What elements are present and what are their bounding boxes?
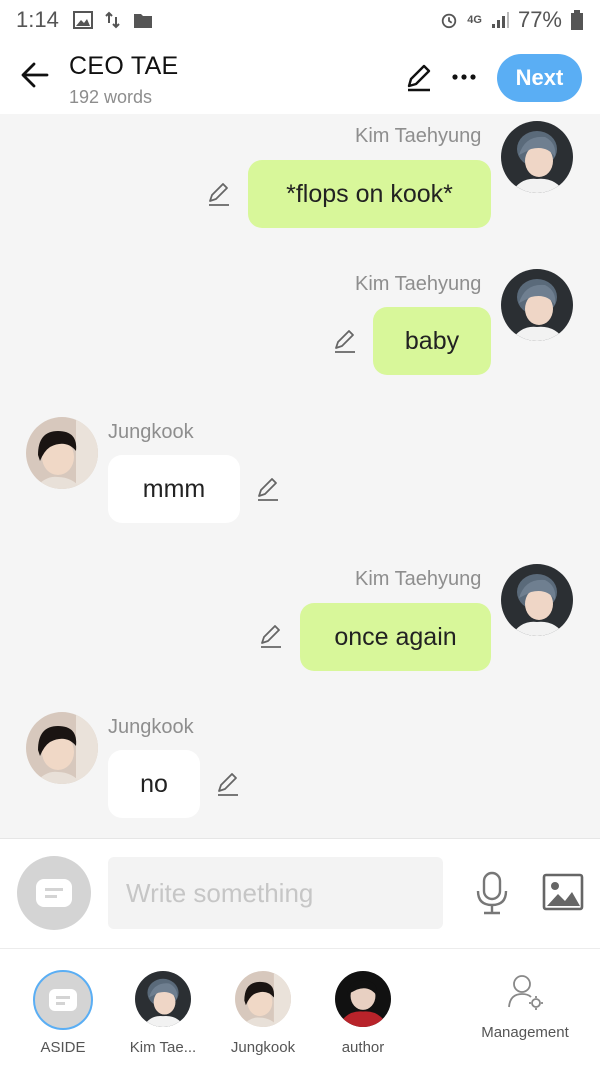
character-bar: ASIDE Kim Tae... Jungkook author Managem… bbox=[0, 948, 600, 1067]
pencil-icon bbox=[261, 625, 281, 648]
message-bubble[interactable]: baby bbox=[373, 307, 491, 375]
battery-icon bbox=[571, 10, 583, 30]
signal-icon bbox=[491, 12, 509, 28]
tab-label: ASIDE bbox=[40, 1039, 86, 1056]
tab-label: Management bbox=[481, 1024, 569, 1041]
avatar[interactable] bbox=[501, 564, 573, 636]
avatar bbox=[135, 971, 191, 1027]
pencil-icon bbox=[258, 478, 278, 501]
insert-image-button[interactable] bbox=[541, 872, 585, 912]
page-title: CEO TAE bbox=[69, 52, 179, 80]
avatar bbox=[335, 971, 391, 1027]
message-bubble[interactable]: once again bbox=[300, 603, 491, 671]
image-icon bbox=[542, 873, 584, 911]
composer-bar bbox=[0, 838, 600, 948]
sender-name: Kim Taehyung bbox=[355, 273, 482, 295]
pencil-icon bbox=[218, 773, 238, 796]
voice-button[interactable] bbox=[474, 871, 510, 915]
edit-message-button[interactable] bbox=[215, 771, 241, 797]
network-type: 4G bbox=[467, 14, 482, 26]
tab-label: author bbox=[341, 1039, 385, 1056]
folder-icon bbox=[133, 14, 152, 28]
avatar[interactable] bbox=[501, 121, 573, 193]
message-bubble[interactable]: *flops on kook* bbox=[248, 160, 491, 228]
alarm-icon bbox=[442, 13, 457, 29]
tab-character-author[interactable]: author bbox=[313, 949, 413, 1067]
pencil-icon bbox=[407, 64, 431, 92]
pencil-icon bbox=[209, 183, 229, 206]
sender-name: Jungkook bbox=[108, 716, 194, 738]
more-options-button[interactable] bbox=[450, 62, 478, 92]
tab-management[interactable]: Management bbox=[470, 949, 580, 1067]
more-icon bbox=[452, 74, 476, 80]
user-settings-icon bbox=[508, 975, 543, 1010]
tab-character-jungkook[interactable]: Jungkook bbox=[213, 949, 313, 1067]
message-bubble[interactable]: mmm bbox=[108, 455, 240, 523]
microphone-icon bbox=[476, 871, 508, 915]
word-count: 192 words bbox=[69, 87, 153, 107]
avatar bbox=[235, 971, 291, 1027]
edit-title-button[interactable] bbox=[404, 62, 434, 92]
sync-icon bbox=[105, 11, 120, 29]
status-bar: 1:14 4G 77% bbox=[0, 0, 600, 40]
arrow-left-icon bbox=[21, 62, 49, 88]
app-header: CEO TAE 192 words Next bbox=[0, 40, 600, 114]
pencil-icon bbox=[335, 330, 355, 353]
tab-label: Kim Tae... bbox=[129, 1039, 197, 1056]
avatar[interactable] bbox=[26, 712, 98, 784]
status-time: 1:14 bbox=[16, 7, 59, 32]
sender-name: Jungkook bbox=[108, 421, 194, 443]
avatar[interactable] bbox=[501, 269, 573, 341]
sender-name: Kim Taehyung bbox=[355, 568, 482, 590]
sender-name: Kim Taehyung bbox=[355, 125, 482, 147]
tab-aside[interactable]: ASIDE bbox=[0, 949, 126, 1067]
edit-message-button[interactable] bbox=[255, 476, 281, 502]
tab-character-kim-taehyung[interactable]: Kim Tae... bbox=[113, 949, 213, 1067]
battery-percent: 77% bbox=[517, 7, 562, 32]
edit-message-button[interactable] bbox=[206, 181, 232, 207]
aside-toggle-button[interactable] bbox=[17, 856, 91, 930]
image-icon bbox=[72, 11, 93, 29]
message-bubble[interactable]: no bbox=[108, 750, 200, 818]
next-button[interactable]: Next bbox=[497, 54, 582, 102]
aside-icon bbox=[33, 970, 93, 1030]
aside-icon bbox=[36, 879, 72, 907]
avatar[interactable] bbox=[26, 417, 98, 489]
message-input[interactable] bbox=[108, 857, 443, 929]
tab-label: Jungkook bbox=[230, 1039, 296, 1056]
edit-message-button[interactable] bbox=[258, 623, 284, 649]
edit-message-button[interactable] bbox=[332, 328, 358, 354]
back-button[interactable] bbox=[18, 58, 52, 92]
